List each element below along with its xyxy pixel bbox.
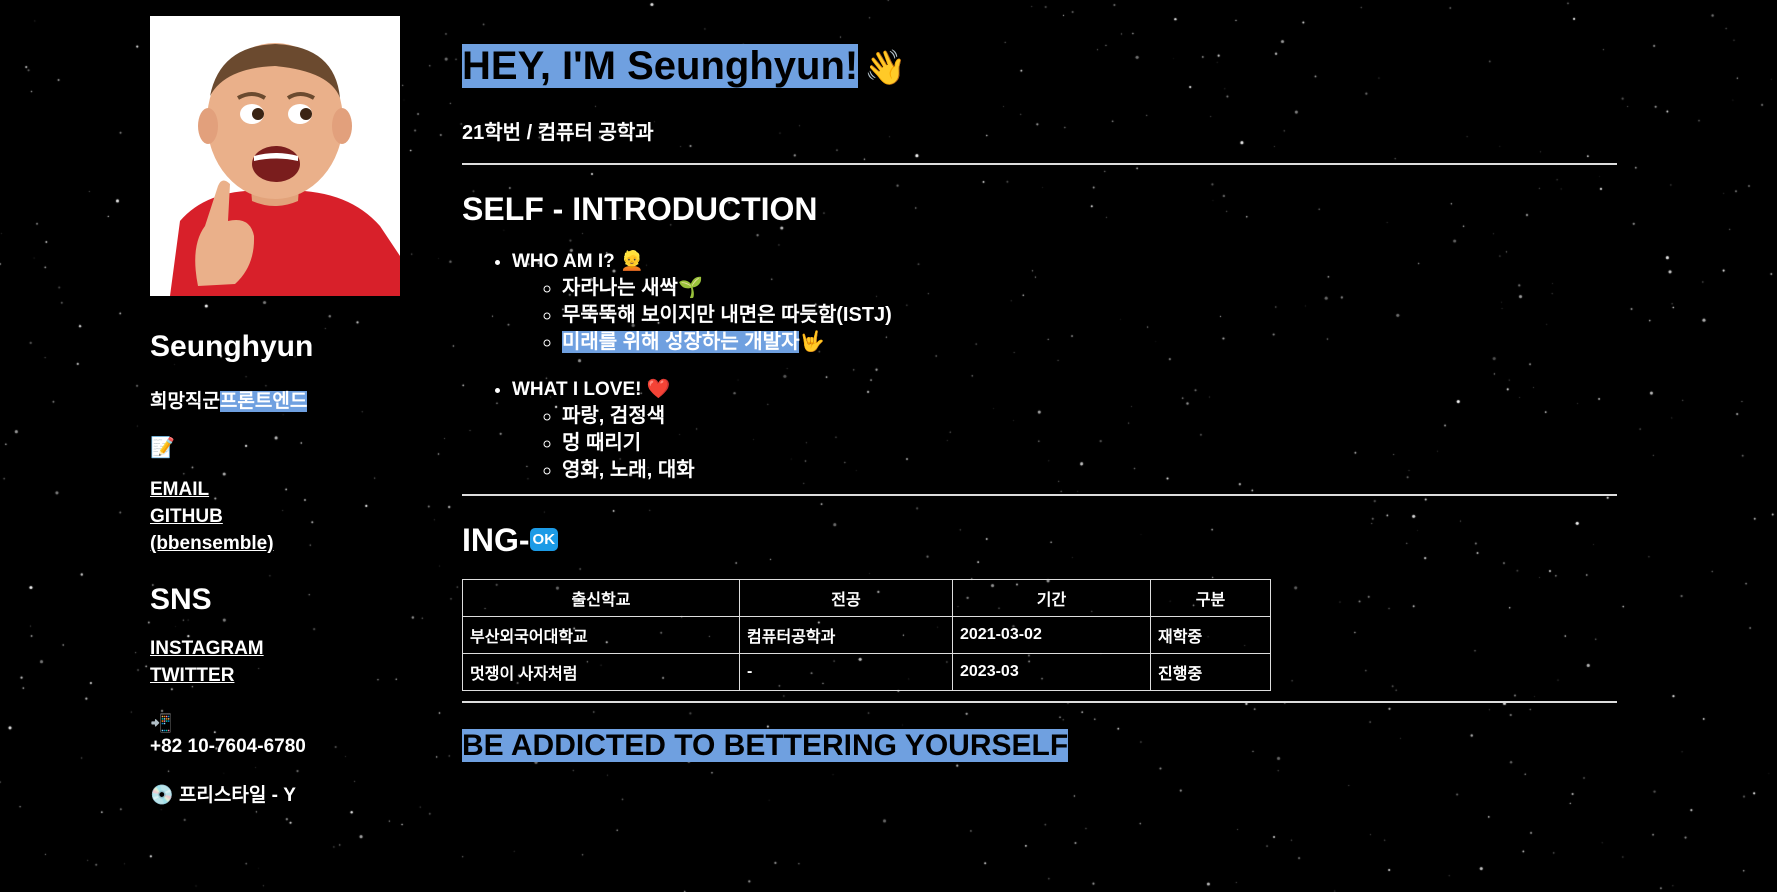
waving-hand-icon: 👋: [864, 49, 907, 87]
sns-heading: SNS: [150, 583, 212, 616]
motto-text: BE ADDICTED TO BETTERING YOURSELF: [462, 729, 1069, 762]
what-i-love-list: 파랑, 검정색 멍 때리기 영화, 노래, 대화: [512, 403, 1617, 484]
divider: [462, 163, 1617, 165]
column-header: 출신학교: [462, 579, 740, 617]
who-am-i-list: 자라나는 새싹🌱 무뚝뚝해 보이지만 내면은 따듯함(ISTJ) 미래를 위해 …: [512, 275, 1617, 356]
profile-photo: [150, 16, 400, 296]
profile-sidebar: Seunghyun 희망직군프론트엔드 📝 EMAIL GITHUB (bben…: [150, 16, 410, 807]
sns-links: INSTAGRAM TWITTER: [150, 635, 410, 689]
intro-heading: SELF - INTRODUCTION: [462, 191, 818, 227]
table-cell: 컴퓨터공학과: [739, 616, 953, 654]
column-header: 기간: [952, 579, 1151, 617]
cd-icon: 💿: [150, 785, 174, 806]
email-link[interactable]: EMAIL: [150, 476, 410, 503]
ing-table: 출신학교 전공 기간 구분 부산외국어대학교 컴퓨터공학과 2021-03-02…: [462, 579, 1271, 691]
column-header: 구분: [1150, 579, 1271, 617]
table-cell: 2021-03-02: [952, 616, 1151, 654]
list-item-text: 미래를 위해 성장하는 개발자: [562, 331, 800, 353]
list-item-text: 자라나는 새싹: [562, 277, 678, 299]
list-item: WHAT I LOVE! ❤️ 파랑, 검정색 멍 때리기 영화, 노래, 대화: [512, 376, 1617, 484]
list-item-text: 무뚝뚝해 보이지만 내면은 따듯함(ISTJ): [562, 304, 892, 326]
music-title: 프리스타일 - Y: [178, 785, 296, 806]
page-title: HEY, I'M Seunghyun! 👋: [462, 42, 1617, 92]
table-cell: 부산외국어대학교: [462, 616, 740, 654]
ok-badge-icon: OK: [529, 528, 559, 552]
seedling-icon: 🌱: [677, 277, 703, 299]
profile-name: Seunghyun: [150, 330, 314, 363]
phone-number: +82 10-7604-6780: [150, 736, 306, 757]
divider: [462, 701, 1617, 703]
column-header: 전공: [739, 579, 953, 617]
table-header-row: 출신학교 전공 기간 구분: [462, 579, 1271, 617]
list-item: 영화, 노래, 대화: [562, 457, 1617, 484]
ing-heading-text: ING-: [462, 522, 530, 558]
desired-job-value: 프론트엔드: [219, 391, 308, 412]
motto: BE ADDICTED TO BETTERING YOURSELF: [462, 729, 1617, 763]
table-cell: 재학중: [1150, 616, 1271, 654]
memo-icon: 📝: [150, 437, 175, 459]
github-username-link[interactable]: (bbensemble): [150, 530, 410, 557]
who-am-i-heading: WHO AM I?: [512, 251, 615, 272]
table-cell: 2023-03: [952, 653, 1151, 691]
instagram-link[interactable]: INSTAGRAM: [150, 635, 410, 662]
list-item: WHO AM I? 👱 자라나는 새싹🌱 무뚝뚝해 보이지만 내면은 따듯함(I…: [512, 248, 1617, 356]
desired-job-label: 희망직군: [150, 391, 220, 412]
page-title-text: HEY, I'M Seunghyun!: [462, 44, 859, 88]
list-item: 자라나는 새싹🌱: [562, 275, 1617, 302]
contact-links: EMAIL GITHUB (bbensemble): [150, 476, 410, 557]
table-cell: -: [739, 653, 953, 691]
list-item: 파랑, 검정색: [562, 403, 1617, 430]
table-row: 부산외국어대학교 컴퓨터공학과 2021-03-02 재학중: [462, 616, 1271, 654]
github-link[interactable]: GITHUB: [150, 503, 410, 530]
list-item: 미래를 위해 성장하는 개발자🤟: [562, 329, 1617, 356]
mobile-phone-icon: 📲: [150, 713, 173, 733]
desired-job: 희망직군프론트엔드: [150, 386, 410, 413]
person-icon: 👱: [620, 251, 644, 272]
table-cell: 진행중: [1150, 653, 1271, 691]
twitter-link[interactable]: TWITTER: [150, 662, 410, 689]
music-line: 💿 프리스타일 - Y: [150, 780, 410, 807]
divider: [462, 494, 1617, 496]
list-item: 멍 때리기: [562, 430, 1617, 457]
list-item: 무뚝뚝해 보이지만 내면은 따듯함(ISTJ): [562, 302, 1617, 329]
intro-list: WHO AM I? 👱 자라나는 새싹🌱 무뚝뚝해 보이지만 내면은 따듯함(I…: [462, 248, 1617, 484]
table-row: 멋쟁이 사자처럼 - 2023-03 진행중: [462, 653, 1271, 691]
table-cell: 멋쟁이 사자처럼: [462, 653, 740, 691]
page-subtitle: 21학번 / 컴퓨터 공학과: [462, 122, 654, 144]
ing-heading: ING- OK: [462, 522, 1617, 559]
what-i-love-heading: WHAT I LOVE!: [512, 379, 642, 400]
main-content: HEY, I'M Seunghyun! 👋 21학번 / 컴퓨터 공학과 SELF…: [462, 42, 1617, 763]
heart-icon: ❤️: [646, 379, 671, 400]
love-you-gesture-icon: 🤟: [799, 331, 825, 353]
